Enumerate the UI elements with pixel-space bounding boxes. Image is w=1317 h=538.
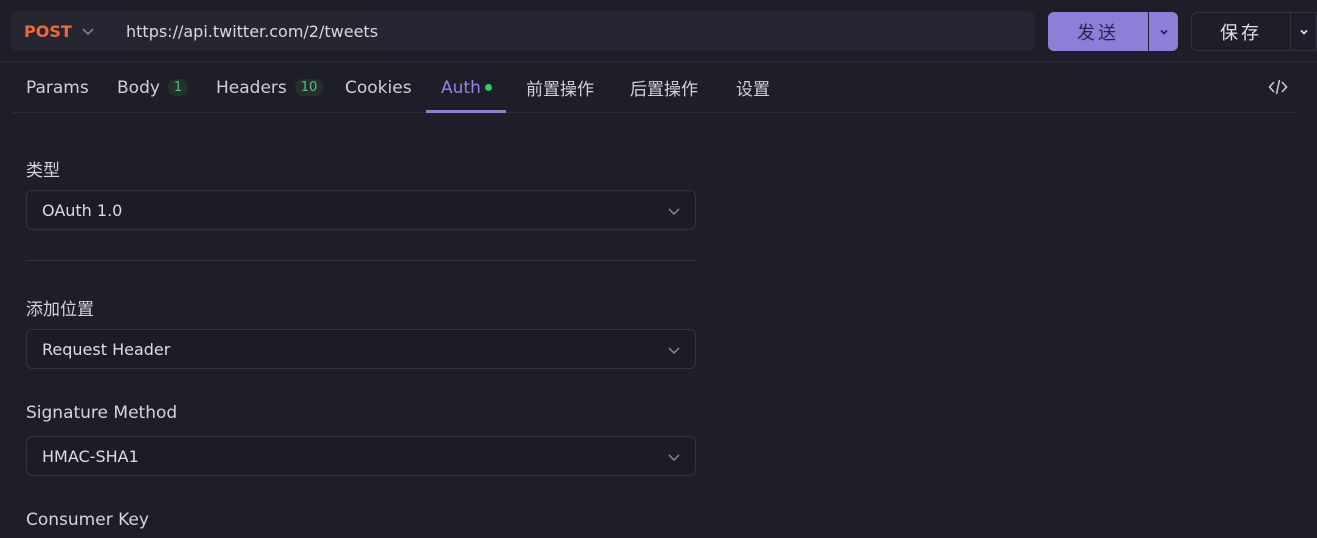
tab-label: 后置操作 bbox=[630, 80, 698, 100]
tab-label: Auth bbox=[441, 77, 481, 98]
method-label: POST bbox=[24, 21, 72, 41]
chevron-down-icon bbox=[667, 204, 681, 218]
tab-label: Params bbox=[26, 77, 89, 98]
select-value: HMAC-SHA1 bbox=[42, 446, 139, 466]
method-selector[interactable]: POST bbox=[11, 11, 106, 51]
tab-pre-request[interactable]: 前置操作 bbox=[526, 62, 594, 113]
tab-settings[interactable]: 设置 bbox=[736, 62, 770, 113]
chevron-down-icon bbox=[1158, 26, 1170, 38]
tab-params[interactable]: Params bbox=[26, 62, 89, 113]
status-dot bbox=[484, 84, 492, 91]
save-dropdown-button[interactable] bbox=[1290, 12, 1317, 51]
count-badge: 10 bbox=[294, 79, 324, 96]
count-badge: 1 bbox=[167, 79, 189, 96]
tab-post-request[interactable]: 后置操作 bbox=[630, 62, 698, 113]
signature-method-label: Signature Method bbox=[26, 403, 178, 423]
chevron-down-icon bbox=[81, 24, 95, 38]
auth-type-select[interactable]: OAuth 1.0 bbox=[26, 190, 696, 230]
send-button[interactable]: 发送 bbox=[1048, 12, 1148, 51]
tab-body[interactable]: Body 1 bbox=[117, 62, 189, 113]
select-value: OAuth 1.0 bbox=[42, 200, 123, 220]
request-bar: POST https://api.twitter.com/2/tweets 发送… bbox=[0, 0, 1317, 62]
tab-label: Headers bbox=[216, 77, 287, 98]
select-value: Request Header bbox=[42, 339, 171, 359]
chevron-down-icon bbox=[1298, 26, 1310, 38]
active-tab-indicator bbox=[426, 110, 506, 113]
signature-method-select[interactable]: HMAC-SHA1 bbox=[26, 436, 696, 476]
request-tabs: Params Body 1 Headers 10 Cookies Auth 前置… bbox=[12, 62, 1296, 113]
code-icon[interactable] bbox=[1268, 78, 1288, 96]
chevron-down-icon bbox=[667, 343, 681, 357]
type-label: 类型 bbox=[26, 161, 60, 181]
tab-headers[interactable]: Headers 10 bbox=[216, 62, 324, 113]
url-box: POST https://api.twitter.com/2/tweets bbox=[11, 11, 1035, 51]
tab-cookies[interactable]: Cookies bbox=[345, 62, 412, 113]
tab-label: Body bbox=[117, 77, 160, 98]
tab-label: 前置操作 bbox=[526, 80, 594, 100]
save-button[interactable]: 保存 bbox=[1191, 12, 1290, 51]
tab-label: Cookies bbox=[345, 77, 412, 98]
tab-label: 设置 bbox=[736, 80, 770, 100]
add-to-label: 添加位置 bbox=[26, 300, 94, 320]
divider bbox=[26, 260, 696, 261]
consumer-key-label: Consumer Key bbox=[26, 510, 149, 530]
url-input[interactable]: https://api.twitter.com/2/tweets bbox=[126, 11, 378, 51]
add-to-select[interactable]: Request Header bbox=[26, 329, 696, 369]
chevron-down-icon bbox=[667, 450, 681, 464]
tab-auth[interactable]: Auth bbox=[441, 62, 492, 113]
send-dropdown-button[interactable] bbox=[1149, 12, 1178, 51]
